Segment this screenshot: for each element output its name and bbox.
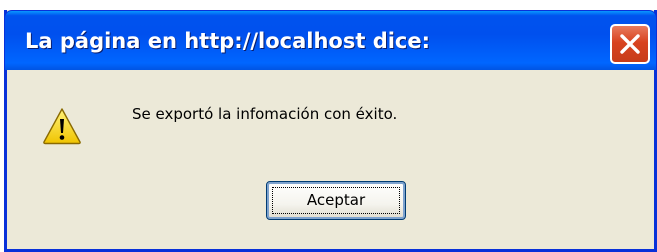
warning-icon bbox=[43, 108, 81, 145]
page: La página en http://localhost dice: Se e… bbox=[0, 0, 657, 252]
dialog-title: La página en http://localhost dice: bbox=[25, 29, 431, 53]
close-button[interactable] bbox=[610, 24, 650, 64]
dialog-message: Se exportó la infomación con éxito. bbox=[132, 105, 398, 123]
title-bar[interactable]: La página en http://localhost dice: bbox=[4, 10, 657, 70]
accept-button-label: Aceptar bbox=[306, 191, 366, 209]
dialog-body: Se exportó la infomación con éxito. Acep… bbox=[4, 70, 657, 252]
close-icon bbox=[620, 34, 640, 54]
accept-button[interactable]: Aceptar bbox=[266, 181, 406, 220]
